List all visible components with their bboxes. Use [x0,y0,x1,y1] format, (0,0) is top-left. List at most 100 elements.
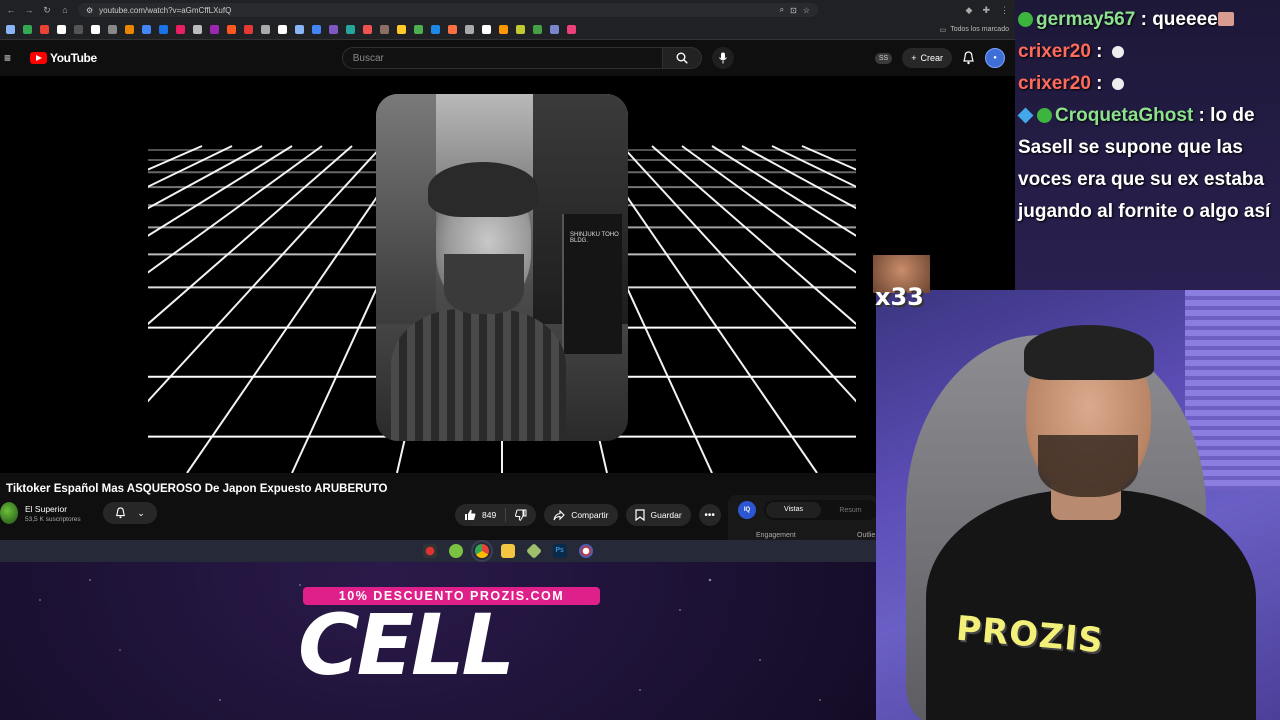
bookmarks-folder[interactable]: ▭ Todos los marcado [940,26,1009,34]
like-button[interactable]: 849 [455,504,505,526]
youtube-logo[interactable]: YouTube [30,51,97,65]
home-icon[interactable]: ⌂ [60,5,70,15]
bookmark-icon[interactable] [516,25,525,34]
more-actions-button[interactable]: ••• [698,504,721,526]
bookmark-icon[interactable] [414,25,423,34]
chat-message: crixer20 : [1018,36,1276,68]
forward-icon[interactable]: → [24,5,34,15]
bookmark-icon[interactable] [312,25,321,34]
account-avatar[interactable]: ● [985,48,1005,68]
bookmark-icon[interactable] [142,25,151,34]
bookmark-icon[interactable] [23,25,32,34]
bookmark-icon[interactable] [380,25,389,34]
search-bar [341,47,734,69]
bookmark-icon[interactable] [244,25,253,34]
channel-avatar[interactable] [0,502,18,524]
tab-resumen[interactable]: Resum [823,507,878,514]
webcam-feed: PROZIS [876,290,1280,720]
bookmark-icon[interactable] [6,25,15,34]
star-icon[interactable]: ☆ [803,6,810,15]
streamer-hair [1024,325,1154,380]
extension-icon[interactable]: ◆ [966,5,973,16]
like-count: 849 [482,510,497,520]
bookmark-icon[interactable] [261,25,270,34]
chat-username: CroquetaGhost [1055,105,1194,126]
bookmarks-folder-label: Todos los marcado [950,26,1009,33]
browser-toolbar: ← → ↻ ⌂ ⚙ youtube.com/watch?v=aGmCffLXuf… [0,0,1015,20]
bookmark-icon[interactable] [295,25,304,34]
bookmark-icon[interactable] [193,25,202,34]
vidiq-icon[interactable]: IQ [738,501,756,519]
bookmark-icon[interactable] [465,25,474,34]
notifications-bell-icon[interactable] [962,51,975,65]
bookmark-icon[interactable] [40,25,49,34]
tab-vistas[interactable]: Vistas [766,502,821,518]
back-icon[interactable]: ← [6,5,16,15]
search-button[interactable] [661,47,702,69]
opera-icon[interactable] [422,544,437,558]
bookmark-icon[interactable] [346,25,355,34]
bookmark-icon[interactable] [91,25,100,34]
create-button[interactable]: + Crear [902,48,952,68]
video-sign: SHINJUKU TOHO BLDG. [562,214,622,354]
bookmark-icon[interactable] [448,25,457,34]
bookmark-icon[interactable] [533,25,542,34]
chat-message: CroquetaGhost : lo de Sasell se supone q… [1017,105,1271,222]
skull-emote-icon [1111,78,1124,90]
address-bar[interactable]: ⚙ youtube.com/watch?v=aGmCffLXufQ ⌕ ⊡ ☆ [78,3,818,17]
chat-message: germay567 : queeee [1018,4,1276,36]
channel-row: El Superior 53,5 K suscriptores ⌄ [0,502,157,524]
search-input[interactable] [341,47,662,69]
install-icon[interactable]: ⊡ [790,6,797,15]
bookmark-icon[interactable] [363,25,372,34]
bookmark-icon[interactable] [550,25,559,34]
subscription-bell-button[interactable]: ⌄ [102,502,157,524]
ss-badge: SS [874,52,893,64]
video-person-shirt [391,309,566,441]
bookmark-icon[interactable] [278,25,287,34]
share-button[interactable]: Compartir [544,504,618,526]
emote-combo-count: x33 [875,283,924,311]
bookmark-icon[interactable] [482,25,491,34]
bookmark-icon[interactable] [57,25,66,34]
bookmark-icon[interactable] [176,25,185,34]
xbox-icon[interactable] [448,544,463,558]
bookmark-icon[interactable] [499,25,508,34]
channel-name[interactable]: El Superior [25,504,81,514]
youtube-header: ≡ YouTube SS + Crear ● [0,40,1015,76]
bookmark-icon[interactable] [227,25,236,34]
bookmark-icon [634,509,645,521]
bookmark-icon[interactable] [74,25,83,34]
reload-icon[interactable]: ↻ [42,5,52,16]
chat-username: germay567 [1036,9,1136,30]
bookmark-icon[interactable] [159,25,168,34]
video-person-beard [444,254,524,314]
video-player[interactable]: SHINJUKU TOHO BLDG. [0,76,1015,473]
bookmark-icon[interactable] [397,25,406,34]
hamburger-menu-icon[interactable]: ≡ [4,51,18,65]
voice-search-button[interactable] [711,47,734,69]
skull-emote-icon [1111,46,1124,58]
photoshop-icon[interactable]: Ps [552,544,567,558]
dislike-button[interactable] [506,504,536,526]
site-info-icon[interactable]: ⚙ [86,6,93,15]
bookmark-icon[interactable] [108,25,117,34]
menu-icon[interactable]: ⋮ [1000,5,1009,16]
folder-icon: ▭ [939,26,947,34]
bookmark-icon[interactable] [567,25,576,34]
streamer-body [926,490,1256,720]
zoom-icon[interactable]: ⌕ [780,5,784,15]
bookmark-icon[interactable] [431,25,440,34]
paint-icon[interactable] [578,544,593,558]
save-button[interactable]: Guardar [625,504,691,526]
address-url: youtube.com/watch?v=aGmCffLXufQ [99,5,232,15]
chrome-icon[interactable] [470,540,493,562]
folder-icon[interactable] [500,544,515,558]
bookmark-icon[interactable] [125,25,134,34]
extensions-puzzle-icon[interactable]: ✚ [982,5,990,16]
bookmark-icon[interactable] [329,25,338,34]
app-icon[interactable] [525,543,542,559]
share-label: Compartir [571,510,609,520]
bookmark-icon[interactable] [210,25,219,34]
bell-icon [115,507,125,519]
